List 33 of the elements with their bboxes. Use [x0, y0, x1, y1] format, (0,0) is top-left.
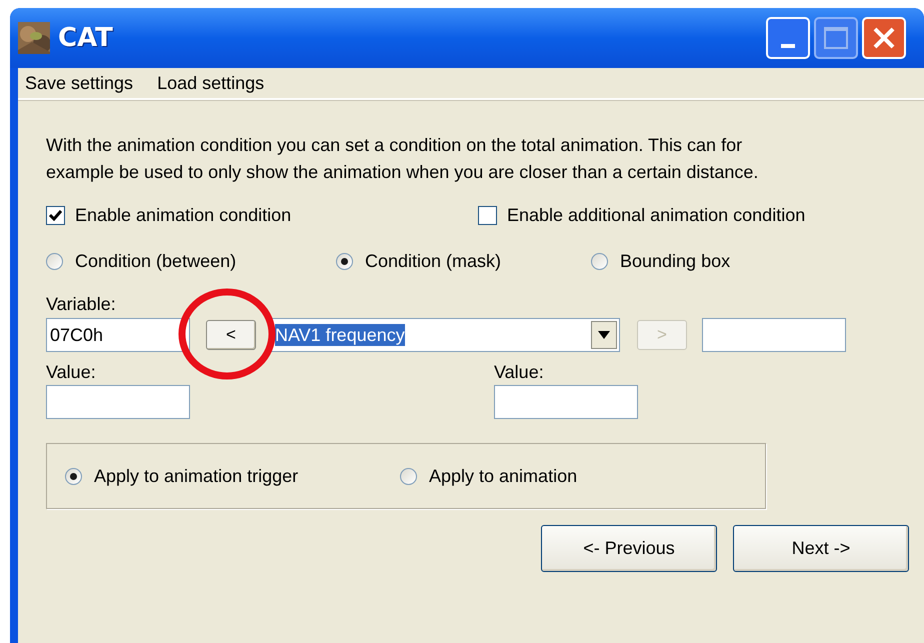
- wizard-button[interactable]: Next ->: [733, 525, 909, 572]
- close-button[interactable]: [862, 17, 906, 59]
- value-field[interactable]: [494, 385, 638, 419]
- radio-button[interactable]: [591, 253, 608, 270]
- previous-variable-button[interactable]: <: [206, 320, 256, 350]
- checkbox-label: Enable additional animation condition: [507, 204, 806, 227]
- wizard-button[interactable]: <- Previous: [541, 525, 717, 572]
- window-title: CAT: [58, 22, 113, 54]
- variable-field[interactable]: 07C0h: [46, 318, 190, 352]
- radio-label: Apply to animation: [429, 464, 578, 488]
- radio-button[interactable]: [400, 468, 417, 484]
- value-label: Value:: [46, 361, 97, 383]
- value-label: Value:: [494, 361, 545, 383]
- checkbox[interactable]: [478, 206, 497, 225]
- radio-label: Apply to animation trigger: [94, 464, 298, 488]
- radio-label: Condition (mask): [365, 250, 502, 273]
- menu-item[interactable]: Load settings: [157, 70, 264, 96]
- variable-dropdown[interactable]: NAV1 frequency: [271, 318, 620, 352]
- text-field[interactable]: [702, 318, 846, 352]
- checkbox[interactable]: [46, 206, 65, 225]
- radio-button[interactable]: [46, 253, 63, 270]
- maximize-button[interactable]: [814, 17, 858, 59]
- radio-label: Condition (between): [75, 250, 236, 273]
- minimize-button[interactable]: [766, 17, 810, 59]
- description-text: With the animation condition you can set a condition on the total animation. This can for example be used to only show the animation when you are closer than a certain distance.: [46, 134, 760, 184]
- close-icon: [871, 25, 897, 51]
- value-field[interactable]: [46, 385, 190, 419]
- variable-label: Variable:: [46, 293, 117, 315]
- checkbox-label: Enable animation condition: [75, 204, 292, 227]
- radio-button[interactable]: [65, 468, 82, 484]
- radio-button[interactable]: [336, 253, 353, 270]
- menu-item[interactable]: Save settings: [25, 70, 134, 96]
- radio-label: Bounding box: [620, 250, 730, 273]
